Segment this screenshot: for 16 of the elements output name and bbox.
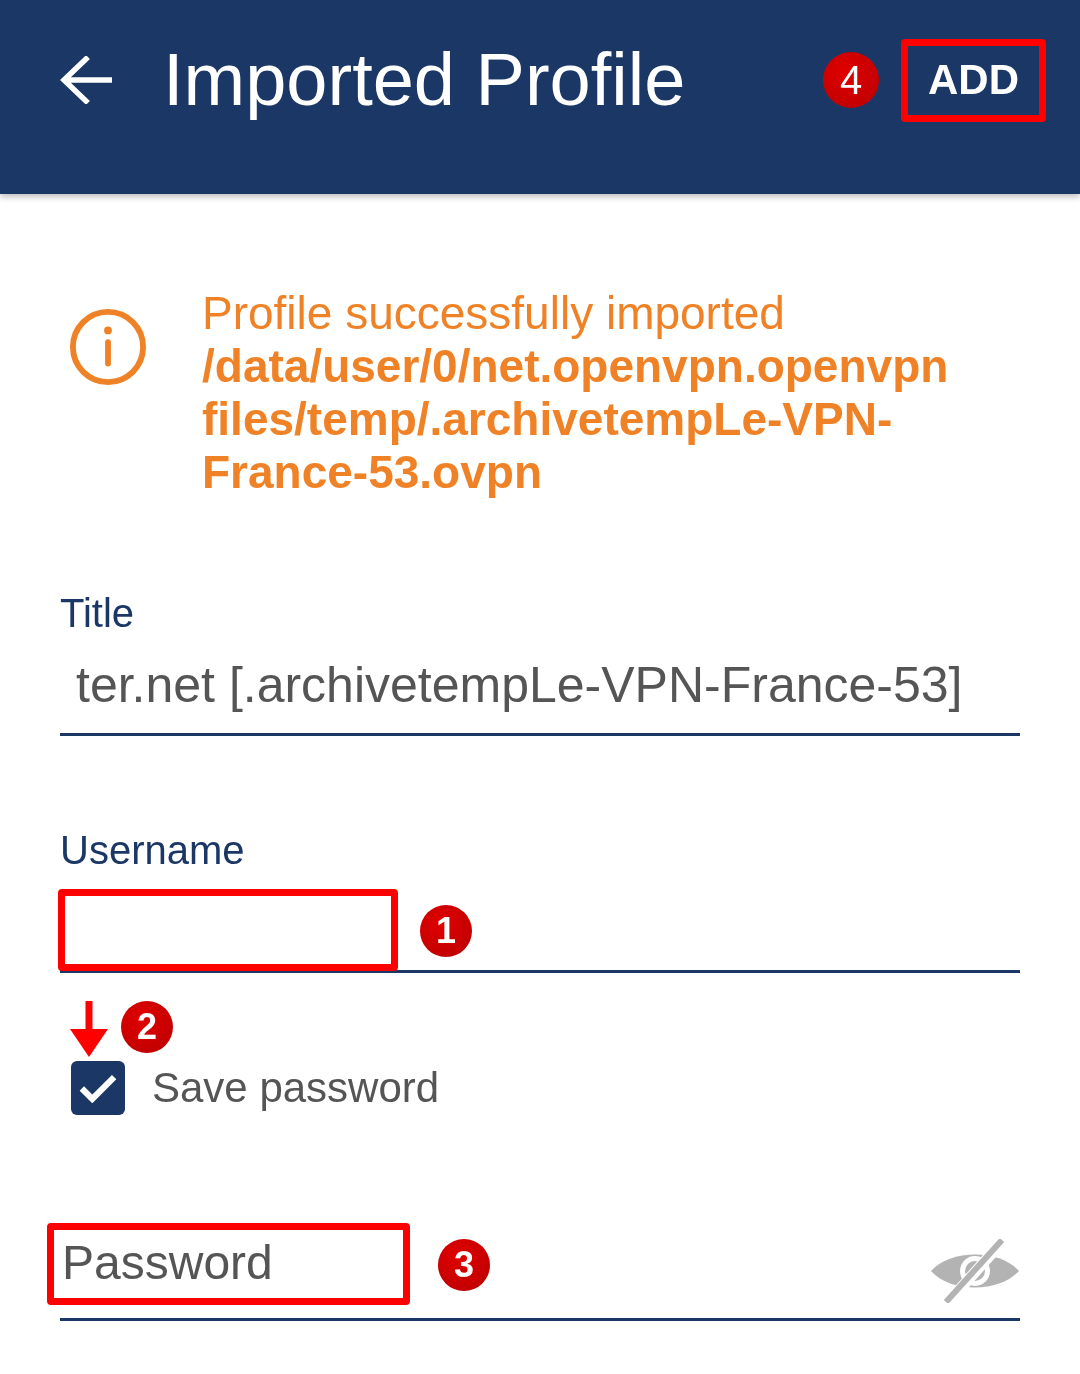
file-path: /data/user/0/net.openvpn.openvpn files/temp/.archivetempLe-VPN- France-53.ovpn xyxy=(202,340,949,499)
step-number-badge: 3 xyxy=(438,1239,490,1291)
field-label: Title xyxy=(60,590,136,637)
checkmark-icon xyxy=(79,1073,117,1103)
step-number-badge: 1 xyxy=(420,905,472,957)
step-number-badge: 4 xyxy=(823,52,879,108)
add-button[interactable]: ADD xyxy=(901,38,1046,122)
info-icon xyxy=(69,308,147,386)
success-message: Profile successfully imported xyxy=(202,287,786,340)
text-field[interactable]: ter.net [.archivetempLe-VPN-France-53] xyxy=(60,637,1020,736)
field-label: Username xyxy=(60,827,246,874)
checkbox-label: Save password xyxy=(152,1067,440,1109)
checkbox[interactable] xyxy=(71,1061,125,1115)
step-number-badge: 2 xyxy=(121,1001,173,1053)
password-field[interactable]: Password xyxy=(60,1221,430,1321)
back-arrow-icon[interactable] xyxy=(60,56,112,104)
